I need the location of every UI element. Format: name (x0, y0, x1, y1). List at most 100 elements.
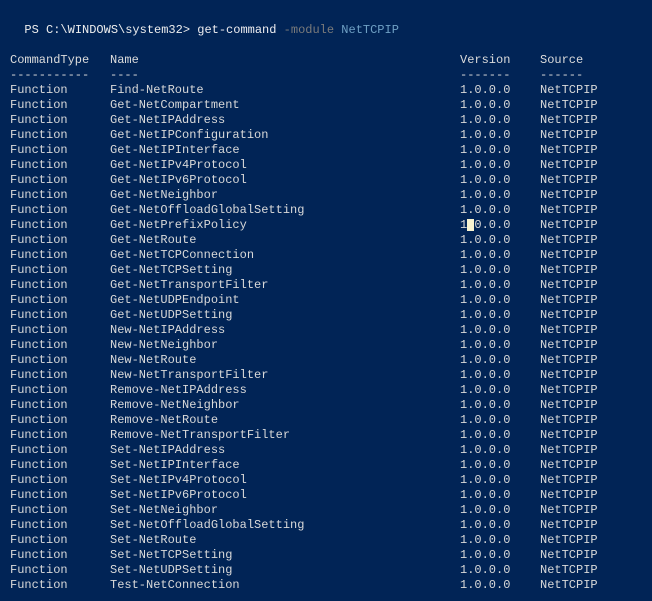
cell-name: Get-NetIPConfiguration (110, 128, 460, 143)
cell-source: NetTCPIP (540, 128, 620, 143)
cell-source: NetTCPIP (540, 323, 620, 338)
cell-version: 1.0.0.0 (460, 368, 540, 383)
table-row: FunctionRemove-NetRoute1.0.0.0NetTCPIP (10, 413, 642, 428)
table-row: FunctionTest-NetConnection1.0.0.0NetTCPI… (10, 578, 642, 593)
cell-commandtype: Function (10, 308, 110, 323)
cell-version: 1.0.0.0 (460, 323, 540, 338)
cell-version: 1.0.0.0 (460, 488, 540, 503)
header-commandtype: CommandType (10, 53, 110, 68)
cell-commandtype: Function (10, 143, 110, 158)
table-row: FunctionGet-NetCompartment1.0.0.0NetTCPI… (10, 98, 642, 113)
cell-source: NetTCPIP (540, 398, 620, 413)
cell-name: Set-NetIPv4Protocol (110, 473, 460, 488)
cell-source: NetTCPIP (540, 548, 620, 563)
cell-commandtype: Function (10, 203, 110, 218)
cell-name: New-NetIPAddress (110, 323, 460, 338)
cell-commandtype: Function (10, 248, 110, 263)
table-row: FunctionSet-NetIPv4Protocol1.0.0.0NetTCP… (10, 473, 642, 488)
cell-version: 1.0.0.0 (460, 143, 540, 158)
cell-source: NetTCPIP (540, 518, 620, 533)
cell-source: NetTCPIP (540, 188, 620, 203)
table-row: FunctionGet-NetRoute1.0.0.0NetTCPIP (10, 233, 642, 248)
command-argument: NetTCPIP (341, 23, 399, 37)
cell-source: NetTCPIP (540, 158, 620, 173)
cell-commandtype: Function (10, 188, 110, 203)
table-row: FunctionGet-NetIPv6Protocol1.0.0.0NetTCP… (10, 173, 642, 188)
header-source: Source (540, 53, 620, 68)
cell-source: NetTCPIP (540, 563, 620, 578)
cursor-icon (467, 219, 474, 231)
table-row: FunctionNew-NetTransportFilter1.0.0.0Net… (10, 368, 642, 383)
cell-source: NetTCPIP (540, 353, 620, 368)
cell-name: Get-NetIPv6Protocol (110, 173, 460, 188)
cell-commandtype: Function (10, 473, 110, 488)
cell-commandtype: Function (10, 218, 110, 233)
cell-name: Set-NetTCPSetting (110, 548, 460, 563)
table-row: FunctionSet-NetNeighbor1.0.0.0NetTCPIP (10, 503, 642, 518)
cell-name: Set-NetUDPSetting (110, 563, 460, 578)
cell-commandtype: Function (10, 428, 110, 443)
cell-version: 1.0.0.0 (460, 578, 540, 593)
cell-name: Remove-NetRoute (110, 413, 460, 428)
cell-source: NetTCPIP (540, 503, 620, 518)
cell-commandtype: Function (10, 278, 110, 293)
cell-commandtype: Function (10, 383, 110, 398)
cell-name: Get-NetUDPSetting (110, 308, 460, 323)
header-name: Name (110, 53, 460, 68)
cell-source: NetTCPIP (540, 368, 620, 383)
cell-name: Get-NetTransportFilter (110, 278, 460, 293)
cell-source: NetTCPIP (540, 413, 620, 428)
table-row: FunctionGet-NetUDPEndpoint1.0.0.0NetTCPI… (10, 293, 642, 308)
table-row: FunctionGet-NetTCPSetting1.0.0.0NetTCPIP (10, 263, 642, 278)
cell-source: NetTCPIP (540, 473, 620, 488)
cell-source: NetTCPIP (540, 488, 620, 503)
cell-commandtype: Function (10, 113, 110, 128)
cell-commandtype: Function (10, 158, 110, 173)
cell-name: Get-NetTCPSetting (110, 263, 460, 278)
table-row: FunctionRemove-NetNeighbor1.0.0.0NetTCPI… (10, 398, 642, 413)
cell-version: 1.0.0.0 (460, 248, 540, 263)
cell-name: New-NetRoute (110, 353, 460, 368)
table-body: FunctionFind-NetRoute1.0.0.0NetTCPIPFunc… (10, 83, 642, 593)
cell-source: NetTCPIP (540, 203, 620, 218)
cell-name: Get-NetIPAddress (110, 113, 460, 128)
cell-commandtype: Function (10, 83, 110, 98)
cell-source: NetTCPIP (540, 443, 620, 458)
cell-source: NetTCPIP (540, 458, 620, 473)
cell-name: Get-NetTCPConnection (110, 248, 460, 263)
command-text: get-command (197, 23, 276, 37)
cell-name: Get-NetOffloadGlobalSetting (110, 203, 460, 218)
table-row: FunctionSet-NetIPv6Protocol1.0.0.0NetTCP… (10, 488, 642, 503)
cell-version: 1.0.0.0 (460, 293, 540, 308)
cell-name: Remove-NetIPAddress (110, 383, 460, 398)
cell-source: NetTCPIP (540, 248, 620, 263)
cell-version: 1.0.0.0 (460, 83, 540, 98)
cell-name: Set-NetOffloadGlobalSetting (110, 518, 460, 533)
table-row: FunctionSet-NetIPAddress1.0.0.0NetTCPIP (10, 443, 642, 458)
cell-version: 1.0.0.0 (460, 218, 540, 233)
cell-commandtype: Function (10, 233, 110, 248)
cell-version: 1.0.0.0 (460, 563, 540, 578)
cell-source: NetTCPIP (540, 263, 620, 278)
cell-version: 1.0.0.0 (460, 503, 540, 518)
blank-line (10, 38, 642, 53)
cell-commandtype: Function (10, 98, 110, 113)
table-row: FunctionNew-NetNeighbor1.0.0.0NetTCPIP (10, 338, 642, 353)
cell-commandtype: Function (10, 563, 110, 578)
dash-version: ------- (460, 68, 540, 83)
prompt-line[interactable]: PS C:\WINDOWS\system32> get-command -mod… (10, 8, 642, 38)
cell-version: 1.0.0.0 (460, 548, 540, 563)
table-row: FunctionSet-NetTCPSetting1.0.0.0NetTCPIP (10, 548, 642, 563)
cell-name: Get-NetIPv4Protocol (110, 158, 460, 173)
cell-source: NetTCPIP (540, 83, 620, 98)
cell-commandtype: Function (10, 173, 110, 188)
cell-version: 1.0.0.0 (460, 308, 540, 323)
table-row: FunctionNew-NetRoute1.0.0.0NetTCPIP (10, 353, 642, 368)
table-row: FunctionRemove-NetTransportFilter1.0.0.0… (10, 428, 642, 443)
cell-commandtype: Function (10, 518, 110, 533)
cell-version: 1.0.0.0 (460, 458, 540, 473)
cell-version: 1.0.0.0 (460, 473, 540, 488)
table-row: FunctionRemove-NetIPAddress1.0.0.0NetTCP… (10, 383, 642, 398)
cell-version: 1.0.0.0 (460, 158, 540, 173)
table-row: FunctionFind-NetRoute1.0.0.0NetTCPIP (10, 83, 642, 98)
